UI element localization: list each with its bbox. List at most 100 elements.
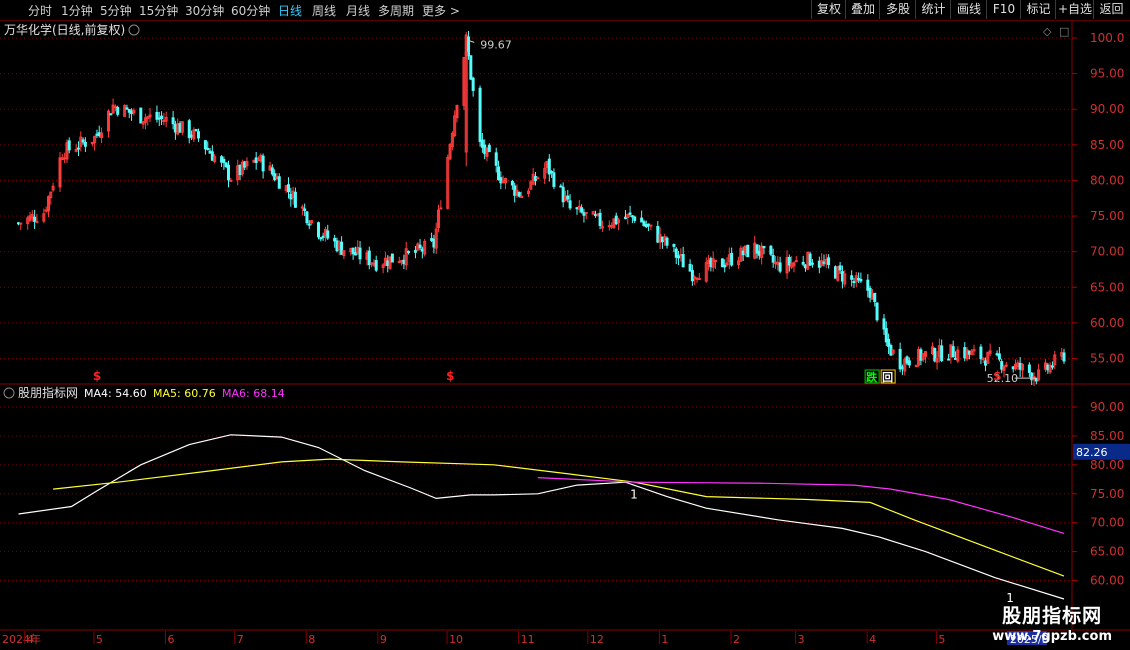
candle-body (130, 110, 134, 115)
period-tab-8[interactable]: 月线 (346, 2, 370, 19)
y-tick-label: 75.00 (1090, 209, 1124, 223)
period-tab-0[interactable]: 分时 (28, 2, 52, 19)
candle-body (840, 271, 844, 282)
candle-body (967, 350, 971, 355)
candle-body (644, 224, 648, 228)
period-tab-1[interactable]: 1分钟 (61, 2, 93, 19)
candle-body (319, 237, 323, 240)
candle-body (746, 244, 750, 258)
period-tab-5[interactable]: 60分钟 (231, 2, 270, 19)
candle-body (730, 252, 734, 266)
period-tab-3[interactable]: 15分钟 (139, 2, 178, 19)
toolbar-button-4[interactable]: 画线 (950, 0, 987, 19)
candle-body (598, 212, 602, 226)
x-label: 10 (449, 633, 463, 646)
toolbar-button-6[interactable]: 标记 (1020, 0, 1056, 19)
candle-body (413, 250, 417, 253)
toolbar-button-7[interactable]: +自选 (1055, 0, 1094, 19)
candle-body (439, 207, 443, 210)
period-tab-4[interactable]: 30分钟 (185, 2, 224, 19)
x-label: 1 (661, 633, 668, 646)
candle-body (919, 349, 923, 361)
candle-body (139, 107, 143, 124)
candle-body (63, 157, 67, 160)
candle-body (208, 150, 212, 154)
candle-body (432, 238, 436, 248)
candle-body (76, 147, 80, 150)
y-tick-label: 80.00 (1090, 173, 1124, 187)
candle-body (582, 212, 586, 216)
candle-body (116, 106, 120, 115)
candle-body (596, 213, 600, 216)
indicator-tick-label: 70.00 (1090, 516, 1124, 530)
x-label: 5 (938, 633, 945, 646)
period-tab-6[interactable]: 日线 (278, 2, 302, 19)
candle-body (720, 258, 724, 268)
candle-body (838, 265, 842, 271)
y-tick-label: 85.00 (1090, 138, 1124, 152)
candle-body (497, 166, 501, 181)
candle-body (307, 223, 311, 226)
candle-body (467, 36, 471, 57)
candle-body (340, 241, 344, 255)
candle-body (243, 161, 247, 168)
toolbar-button-0[interactable]: 复权 (811, 0, 846, 19)
candle-body (1030, 372, 1034, 381)
toolbar-button-8[interactable]: 返回 (1093, 0, 1129, 19)
candle-body (160, 115, 164, 120)
candle-body (808, 253, 812, 266)
candle-body (16, 222, 20, 225)
candle-body (875, 302, 879, 321)
candle-body (575, 207, 579, 210)
candle-body (709, 258, 713, 268)
candle-body (1046, 364, 1050, 371)
candle-body (642, 221, 646, 226)
candle-body (614, 215, 618, 225)
candle-body (222, 158, 226, 163)
signal-fall: 跌 (866, 370, 878, 384)
candle-body (898, 348, 902, 370)
series-line-ma6 (537, 477, 1065, 534)
candle-body (550, 171, 554, 174)
candle-body (113, 106, 117, 109)
candle-body (584, 211, 588, 214)
y-tick-label: 95.00 (1090, 67, 1124, 81)
candle-body (397, 261, 401, 264)
candle-body (940, 345, 944, 362)
x-label: 2024年 (2, 632, 41, 646)
candle-body (418, 244, 422, 249)
candle-body (633, 216, 637, 221)
indicator-tick-label: 65.00 (1090, 545, 1124, 559)
candle-body (607, 225, 611, 228)
candle-body (933, 348, 937, 362)
candle-body (374, 260, 378, 271)
candle-body (979, 346, 983, 360)
candle-body (351, 247, 355, 255)
candle-body (697, 278, 701, 281)
candle-body (677, 254, 681, 259)
candle-body (178, 123, 182, 133)
candle-body (67, 140, 71, 151)
period-tab-2[interactable]: 5分钟 (100, 2, 132, 19)
toolbar-button-5[interactable]: F10 (986, 0, 1021, 19)
candle-body (547, 158, 551, 175)
candle-body (850, 275, 854, 280)
candle-body (672, 244, 676, 247)
candle-body (887, 338, 891, 347)
candle-body (580, 207, 584, 213)
toolbar-button-1[interactable]: 叠加 (845, 0, 880, 19)
candle-body (367, 250, 371, 266)
toolbar-button-3[interactable]: 统计 (915, 0, 951, 19)
period-tab-7[interactable]: 周线 (312, 2, 336, 19)
toolbar-button-2[interactable]: 多股 (879, 0, 916, 19)
candle-body (889, 345, 893, 356)
period-tab-10[interactable]: 更多 > (422, 2, 460, 19)
period-tab-9[interactable]: 多周期 (378, 2, 414, 19)
candle-body (778, 262, 782, 272)
candle-body (358, 247, 362, 260)
candle-body (559, 185, 563, 188)
x-label: 12 (590, 633, 604, 646)
high-label: 99.67 (480, 38, 512, 51)
candle-body (681, 254, 685, 268)
candle-body (273, 173, 277, 181)
